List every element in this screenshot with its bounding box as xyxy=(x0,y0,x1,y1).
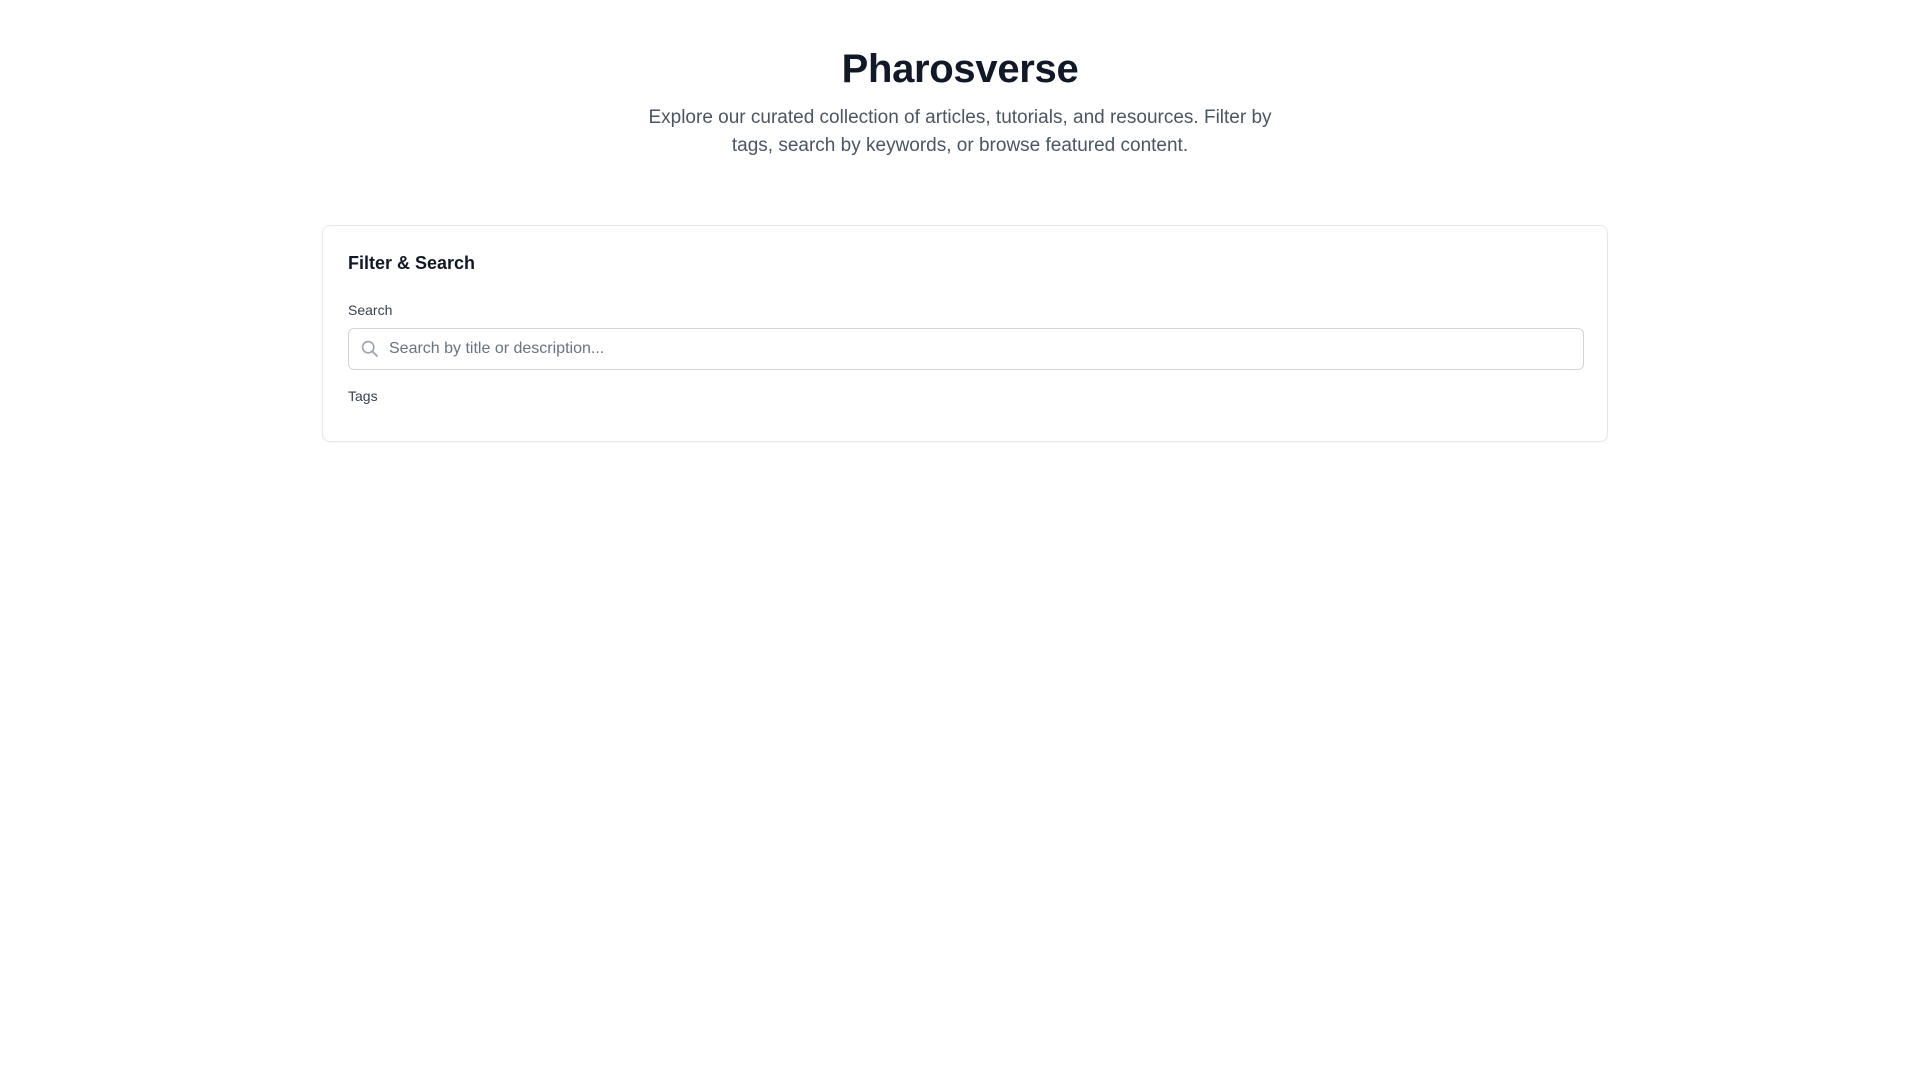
page-title: Pharosverse xyxy=(841,47,1079,91)
search-input[interactable] xyxy=(348,328,1584,370)
tags-label: Tags xyxy=(348,388,378,404)
filter-card-title: Filter & Search xyxy=(348,253,476,273)
page: Pharosverse Explore our curated collecti… xyxy=(0,0,1920,1080)
hero-section: Pharosverse Explore our curated collecti… xyxy=(0,0,1920,160)
search-field-wrapper xyxy=(348,328,1584,370)
search-icon xyxy=(361,340,378,357)
page-subtitle: Explore our curated collection of articl… xyxy=(648,107,1272,156)
search-label: Search xyxy=(348,302,393,318)
filter-search-card: Filter & Search Search Tags xyxy=(322,225,1608,442)
